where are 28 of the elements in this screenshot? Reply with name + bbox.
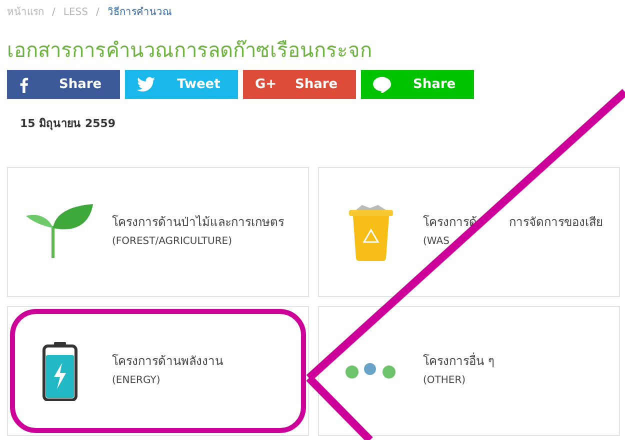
breadcrumb-link[interactable]: วิธีการคำนวณ bbox=[107, 5, 172, 20]
category-subtitle: (ENERGY) bbox=[112, 374, 162, 388]
category-title: โครงการด้านป่าไม้และการเกษตร bbox=[112, 214, 284, 230]
seedling-icon bbox=[25, 204, 95, 259]
category-title: โครงการด้านพลังงาน bbox=[112, 352, 223, 370]
category-subtitle: (WAS bbox=[423, 234, 450, 248]
category-title: การจัดการของเสีย bbox=[509, 214, 603, 230]
category-title: โครงการอื่น ๆ bbox=[423, 352, 494, 370]
category-subtitle: (FOREST/AGRICULTURE) bbox=[112, 234, 234, 248]
google-plus-icon: G+ bbox=[255, 74, 277, 94]
category-card[interactable]: โครงการด้านป่าไม้และการเกษตร (FOREST/AGRICULTURE) bbox=[7, 166, 309, 296]
category-card[interactable]: โครงการด้ การจัดการของเสีย (WAS bbox=[318, 166, 620, 296]
recycle-bin-icon bbox=[348, 202, 394, 260]
chat-bubble-icon bbox=[373, 76, 391, 93]
post-date: 15 มิถุนายน 2559 bbox=[19, 116, 117, 132]
breadcrumb-separator: / bbox=[52, 6, 56, 20]
battery-icon bbox=[42, 340, 78, 400]
page-title: เอกสารการคำนวณการลดก๊าซเรือนกระจก bbox=[6, 38, 373, 62]
share-button[interactable]: G+ Share bbox=[243, 70, 356, 99]
category-title: โครงการด้ bbox=[423, 214, 477, 230]
share-button[interactable]: Share bbox=[7, 70, 120, 99]
category-card[interactable]: โครงการอื่น ๆ (OTHER) bbox=[318, 306, 620, 436]
dots-icon bbox=[345, 362, 397, 378]
bird-icon bbox=[137, 77, 155, 92]
category-subtitle: (OTHER) bbox=[423, 374, 467, 388]
breadcrumb-separator: / bbox=[96, 6, 100, 20]
category-card[interactable]: โครงการด้านพลังงาน (ENERGY) bbox=[7, 306, 309, 436]
facebook-icon bbox=[19, 76, 29, 92]
